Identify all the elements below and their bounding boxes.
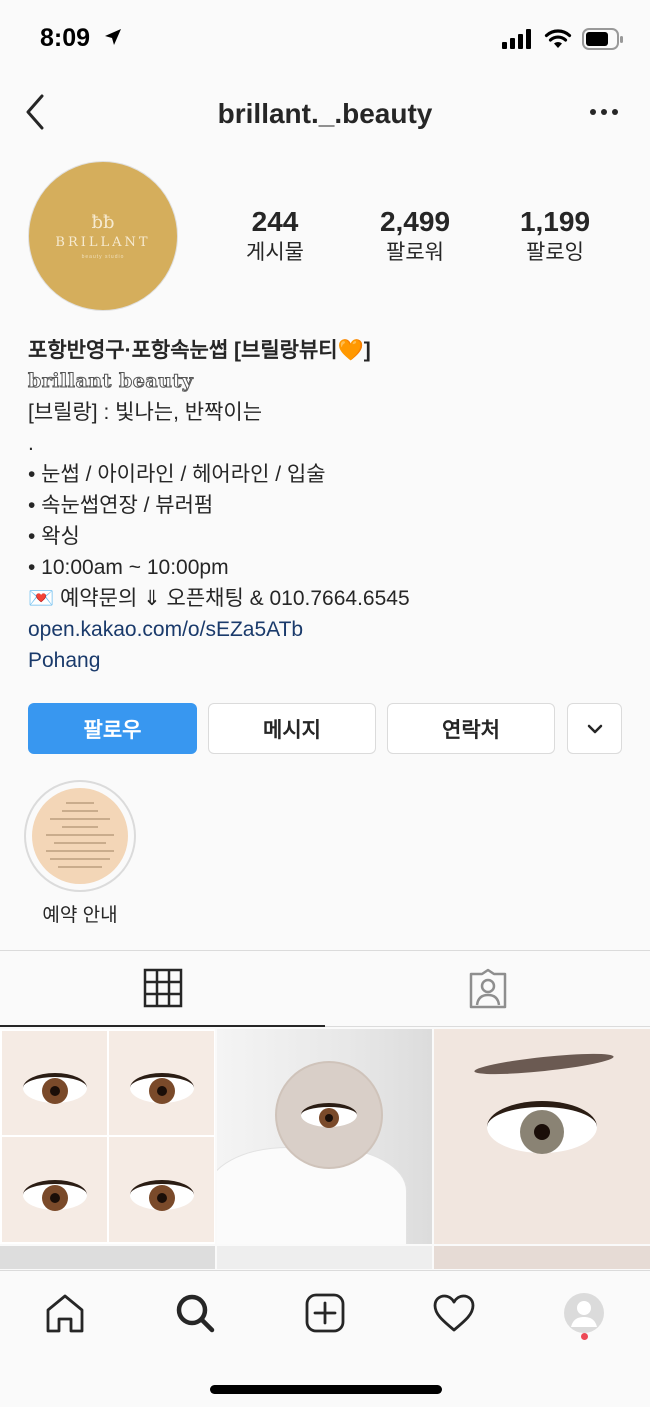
stat-following[interactable]: 1,199 팔로잉 bbox=[485, 205, 625, 267]
post-thumbnail[interactable] bbox=[0, 1246, 215, 1269]
post-thumbnail[interactable] bbox=[0, 1029, 215, 1244]
follow-button[interactable]: 팔로우 bbox=[28, 703, 197, 754]
bio-line: • 속눈썹연장 / 뷰러펌 bbox=[28, 494, 214, 517]
chevron-down-icon bbox=[587, 724, 602, 733]
bio-location[interactable]: Pohang bbox=[28, 645, 628, 676]
bio-line: • 왁싱 bbox=[28, 525, 80, 548]
wifi-icon bbox=[544, 29, 572, 48]
more-horizontal-icon bbox=[590, 109, 618, 115]
suggested-accounts-button[interactable] bbox=[567, 703, 622, 754]
bio-link[interactable]: open.kakao.com/o/sEZa5ATb bbox=[28, 614, 628, 645]
tab-posts-grid[interactable] bbox=[0, 951, 325, 1027]
logo-subtext: beauty studio bbox=[81, 254, 125, 260]
post-thumbnail[interactable] bbox=[434, 1246, 650, 1269]
avatar[interactable]: ƀƀ BRILLANT beauty studio bbox=[28, 161, 178, 311]
home-icon bbox=[46, 1294, 84, 1333]
story-highlight[interactable]: 예약 안내 bbox=[24, 780, 136, 927]
profile-tabs bbox=[0, 951, 650, 1027]
brillant-logo: ƀƀ BRILLANT beauty studio bbox=[29, 212, 177, 260]
status-bar: 8:09 bbox=[0, 0, 650, 80]
stat-label: 팔로잉 bbox=[526, 241, 584, 264]
post-thumbnail[interactable] bbox=[217, 1029, 432, 1244]
profile-header: brillant._.beauty bbox=[0, 80, 650, 152]
more-options-button[interactable] bbox=[588, 102, 620, 122]
highlight-label: 예약 안내 bbox=[42, 905, 118, 926]
bio-category: brillant beauty bbox=[28, 370, 194, 393]
bio-line: [브릴랑] : 빛나는, 반짝이는 bbox=[28, 401, 263, 424]
nav-home[interactable] bbox=[35, 1289, 95, 1337]
profile-actions: 팔로우 메시지 연락처 bbox=[28, 703, 622, 754]
highlight-cover bbox=[32, 788, 128, 884]
notification-dot bbox=[581, 1333, 588, 1340]
bio-line: • 눈썹 / 아이라인 / 헤어라인 / 입술 bbox=[28, 463, 326, 486]
post-thumbnail[interactable] bbox=[217, 1246, 432, 1269]
stat-value: 1,199 bbox=[519, 206, 591, 237]
heart-icon bbox=[433, 1294, 475, 1332]
nav-profile[interactable] bbox=[554, 1289, 614, 1337]
bio-line: 💌 예약문의 ⇓ 오픈채팅 & 010.7664.6545 bbox=[28, 587, 410, 610]
logo-mark: ƀƀ bbox=[91, 212, 115, 233]
contact-button[interactable]: 연락처 bbox=[387, 703, 555, 754]
battery-icon bbox=[582, 28, 623, 50]
stat-posts[interactable]: 244 게시물 bbox=[205, 205, 345, 267]
tab-tagged[interactable] bbox=[325, 951, 650, 1027]
nav-new-post[interactable] bbox=[295, 1289, 355, 1337]
bio-line: . bbox=[28, 432, 34, 455]
tagged-person-icon bbox=[469, 968, 506, 1008]
stat-value: 2,499 bbox=[379, 206, 451, 237]
bio-line: • 10:00am ~ 10:00pm bbox=[28, 556, 229, 579]
add-post-icon bbox=[305, 1293, 345, 1333]
status-time: 8:09 bbox=[40, 24, 91, 52]
bottom-tab-bar bbox=[0, 1270, 650, 1407]
profile-bio: 포항반영구·포항속눈썹 [브릴랑뷰티🧡] brillant beauty [브릴… bbox=[28, 335, 628, 676]
stat-value: 244 bbox=[251, 206, 299, 237]
location-arrow-icon bbox=[105, 29, 121, 45]
nav-activity[interactable] bbox=[424, 1289, 484, 1337]
message-button[interactable]: 메시지 bbox=[208, 703, 376, 754]
stat-label: 팔로워 bbox=[386, 241, 444, 264]
stat-label: 게시물 bbox=[246, 241, 304, 264]
search-icon bbox=[176, 1294, 215, 1333]
grid-icon bbox=[143, 968, 182, 1008]
stat-followers[interactable]: 2,499 팔로워 bbox=[345, 205, 485, 267]
home-indicator[interactable] bbox=[210, 1385, 442, 1394]
status-icons bbox=[502, 28, 624, 50]
posts-grid bbox=[0, 1029, 650, 1269]
logo-text: BRILLANT bbox=[55, 235, 151, 250]
nav-search[interactable] bbox=[165, 1289, 225, 1337]
signal-icon bbox=[502, 29, 531, 49]
page-title: brillant._.beauty bbox=[217, 98, 433, 129]
post-thumbnail[interactable] bbox=[434, 1029, 650, 1244]
highlight-ring bbox=[24, 780, 136, 892]
bio-name: 포항반영구·포항속눈썹 [브릴랑뷰티🧡] bbox=[28, 339, 371, 362]
profile-stats: 244 게시물 2,499 팔로워 1,199 팔로잉 bbox=[205, 205, 625, 267]
profile-avatar-icon bbox=[564, 1293, 604, 1333]
